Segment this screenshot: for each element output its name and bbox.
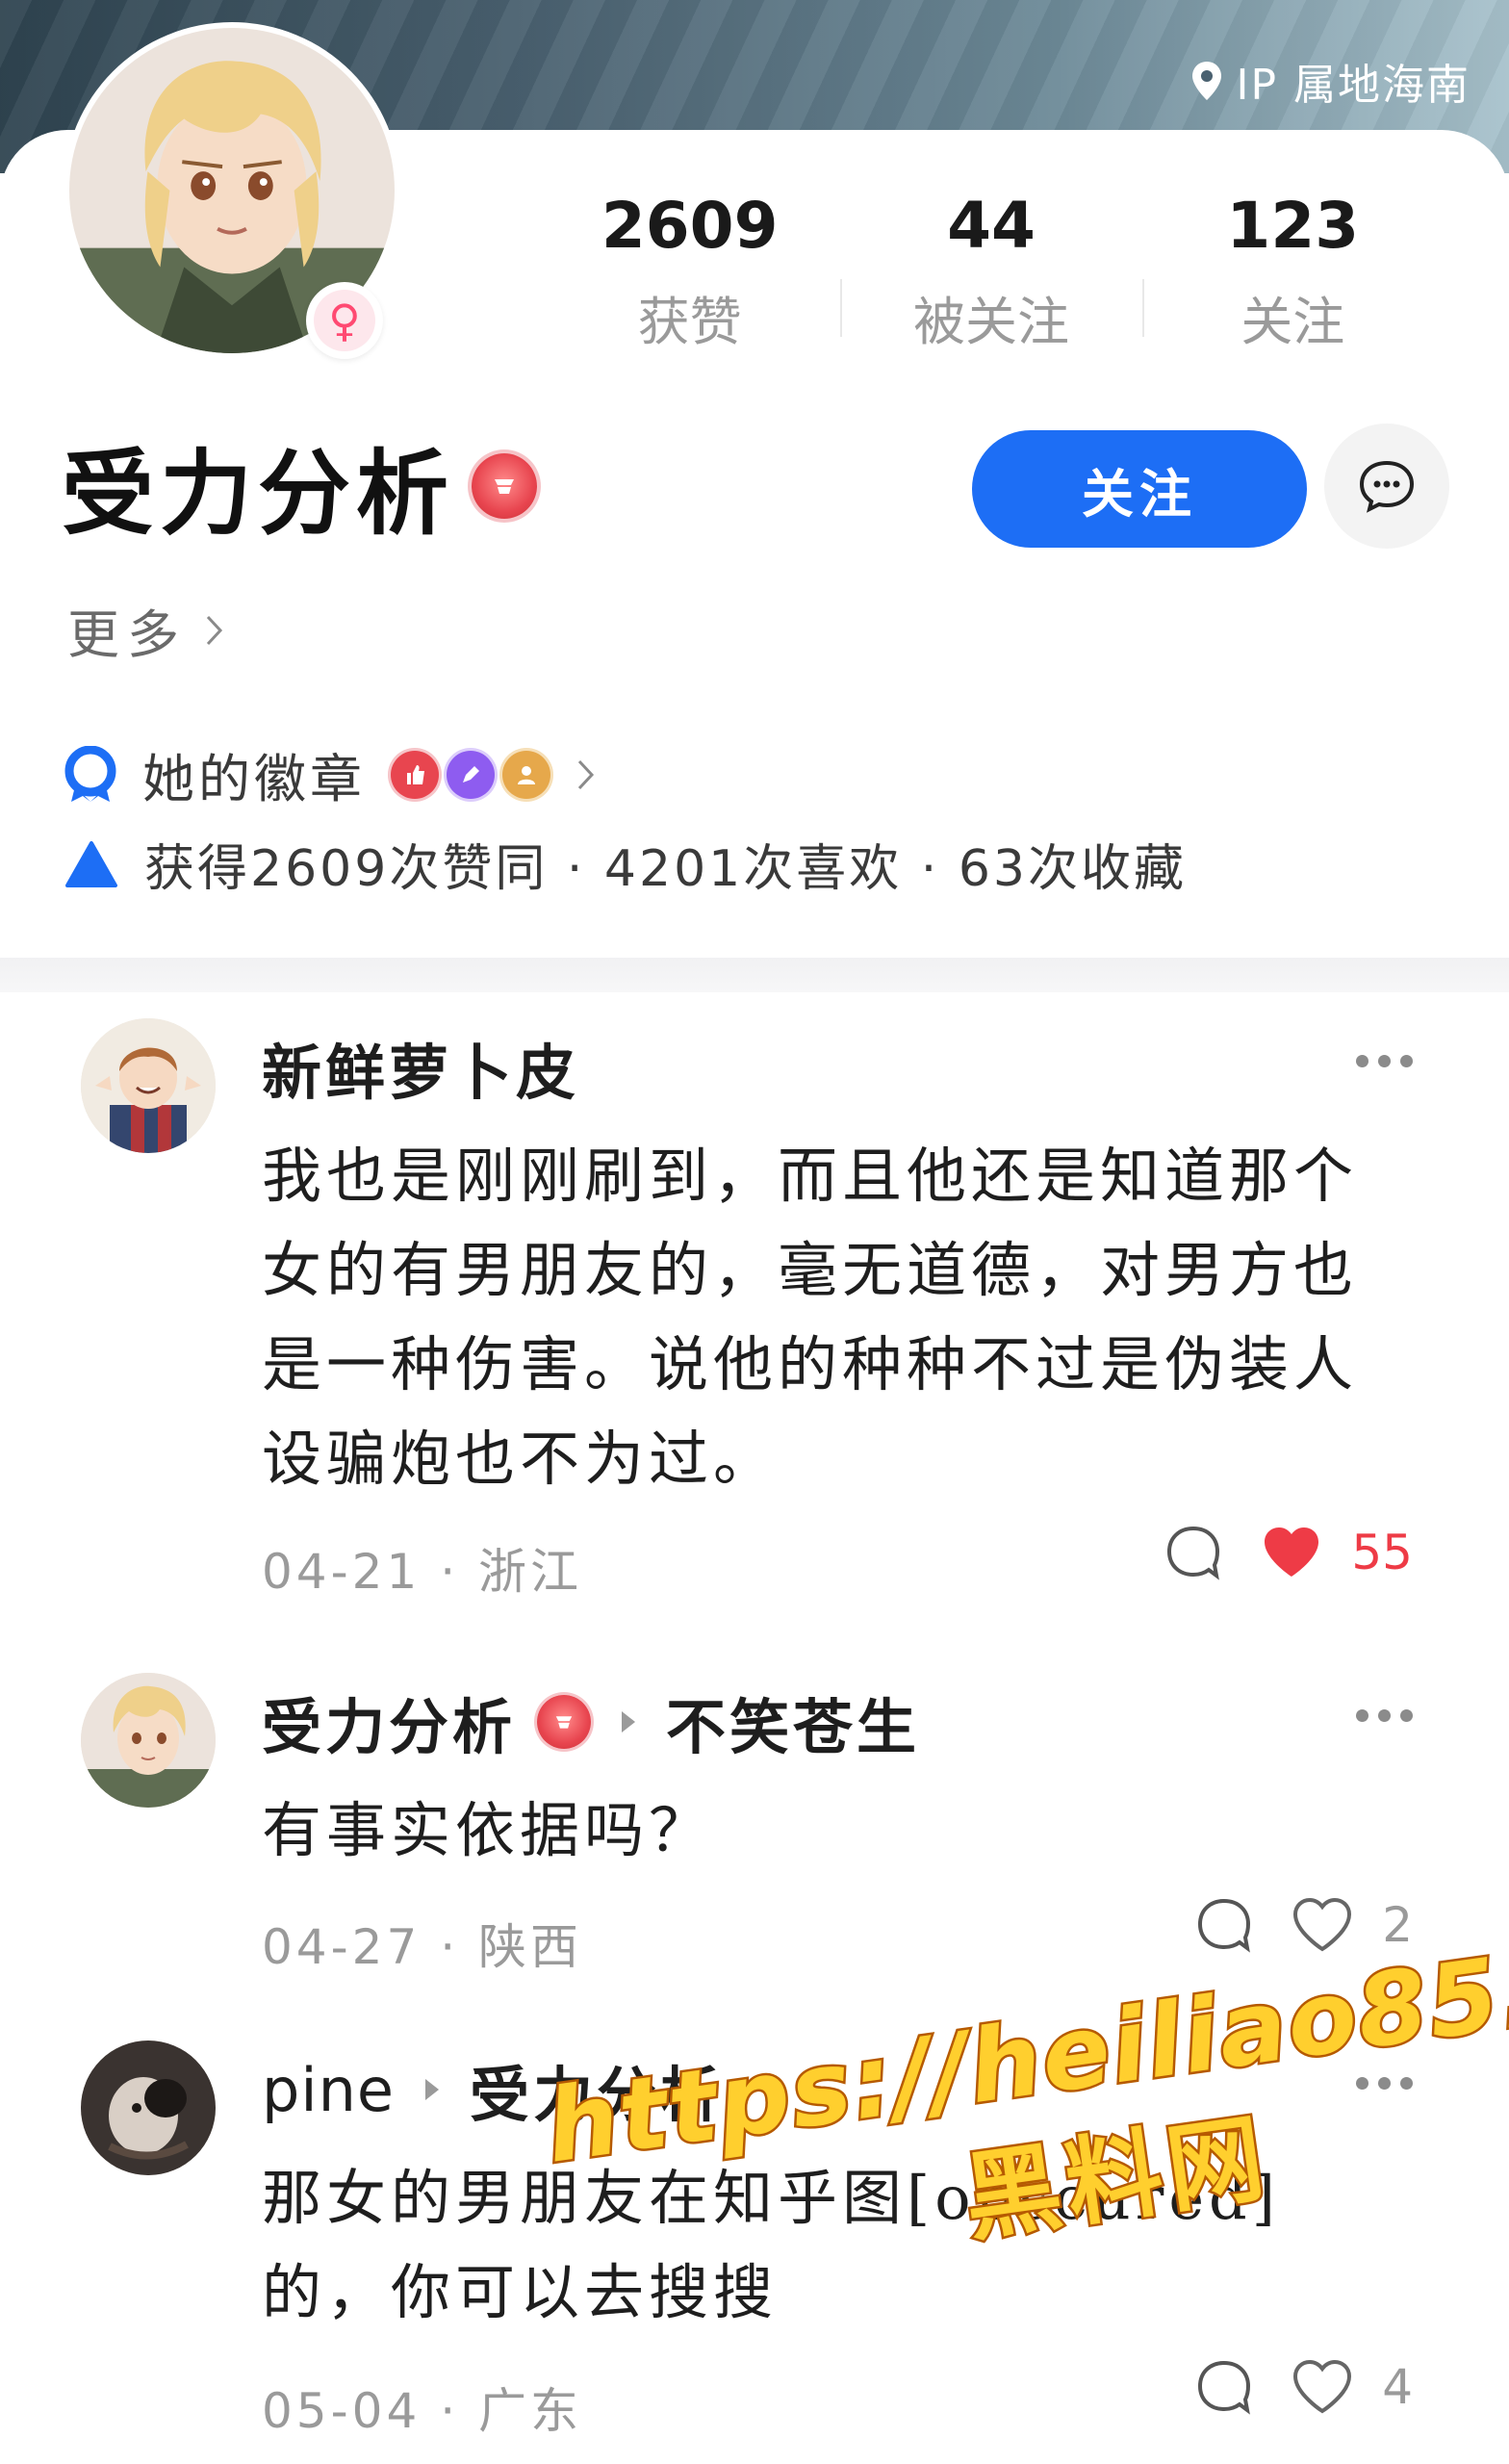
- message-button[interactable]: [1324, 424, 1449, 549]
- comment-header: pine 受力分析: [262, 2046, 724, 2133]
- comment-meta: 04-27 · 陕西: [262, 1919, 582, 1975]
- chevron-right-icon: [206, 615, 223, 645]
- stat-followers[interactable]: 44 被关注: [840, 183, 1141, 375]
- badges-row[interactable]: 她的徽章: [64, 736, 597, 812]
- reply-arrow-icon: [425, 2079, 440, 2100]
- badges-label: 她的徽章: [142, 749, 366, 809]
- profile-card: ♀ 2609 获赞 44 被关注 123 关注 受力分析 关注 更多 她的徽章 …: [0, 22, 1509, 958]
- comment-author[interactable]: 受力分析: [262, 1679, 516, 1765]
- comment-icon[interactable]: [1164, 1524, 1222, 1581]
- reply-arrow-icon: [622, 1711, 636, 1732]
- like-group[interactable]: 55: [1261, 1525, 1413, 1580]
- comment-item: 受力分析 不笑苍生 有事实依据吗？ 04-27 · 陕西 2: [0, 1673, 1509, 1990]
- comment-text: 我也是刚刚刷到，而且他还是知道那个女的有男朋友的，毫无道德，对男方也是一种伤害。…: [262, 1141, 1359, 1494]
- comment-date: 04-27: [262, 1919, 422, 1975]
- like-group[interactable]: 2: [1292, 1897, 1413, 1953]
- like-count: 55: [1351, 1525, 1413, 1580]
- stat-following-value: 123: [1226, 189, 1360, 263]
- heart-icon[interactable]: [1292, 2359, 1353, 2415]
- level-badge-icon[interactable]: [472, 452, 537, 519]
- profile-stats: 2609 获赞 44 被关注 123 关注: [539, 183, 1444, 375]
- profile-name: 受力分析: [62, 439, 454, 548]
- achievement-text: 获得2609次赞同 · 4201次喜欢 · 63次收藏: [144, 840, 1188, 898]
- comment-actions: 55: [1164, 1524, 1413, 1581]
- thumb-badge-icon: [391, 750, 439, 799]
- achievement-row: 获得2609次赞同 · 4201次喜欢 · 63次收藏: [64, 828, 1187, 900]
- comment-location: 浙江: [477, 1544, 582, 1600]
- gender-female-icon: ♀: [314, 290, 375, 351]
- comment-text: 有事实依据吗？: [262, 1795, 714, 1865]
- profile-page: IP 属地海南 ♀ 2609 获赞 44 被关注 123 关注 受力分析 关注 …: [0, 0, 1509, 2464]
- like-count: 4: [1382, 2359, 1413, 2415]
- comment-actions: 2: [1195, 1896, 1413, 1954]
- comment-header: 新鲜萝卜皮: [262, 1024, 579, 1111]
- comment-date: 04-21: [262, 1544, 422, 1600]
- more-dots-icon[interactable]: [1356, 1709, 1413, 1722]
- stat-likes[interactable]: 2609 获赞: [539, 183, 840, 375]
- comment-icon[interactable]: [1195, 2358, 1253, 2416]
- avatar-illustration: [81, 1673, 216, 1808]
- comment-author[interactable]: pine: [262, 2055, 395, 2125]
- stat-followers-label: 被关注: [912, 292, 1069, 352]
- reply-to-user[interactable]: 不笑苍生: [666, 1679, 920, 1765]
- more-dots-icon[interactable]: [1356, 1055, 1413, 1067]
- stat-likes-label: 获赞: [637, 292, 742, 352]
- stat-followers-value: 44: [947, 189, 1036, 263]
- ip-location: IP 属地海南: [1190, 50, 1471, 112]
- reply-to-user[interactable]: 受力分析: [470, 2046, 724, 2133]
- more-link[interactable]: 更多: [67, 592, 225, 668]
- badge-list: [391, 750, 550, 799]
- heart-icon[interactable]: [1292, 1897, 1353, 1953]
- comment-avatar[interactable]: [81, 1018, 216, 1153]
- location-pin-icon: [1191, 62, 1221, 100]
- more-link-label: 更多: [67, 604, 187, 665]
- comment-avatar[interactable]: [81, 1673, 216, 1808]
- comment-text: 那女的男朋友在知乎图[obscured]的，你可以去搜搜: [262, 2163, 1280, 2327]
- comment-avatar[interactable]: [81, 2040, 216, 2175]
- comment-location: 广东: [477, 2383, 582, 2439]
- stat-likes-value: 2609: [601, 189, 779, 263]
- stat-following-label: 关注: [1240, 292, 1345, 352]
- comment-meta: 04-21 · 浙江: [262, 1544, 582, 1600]
- follow-button[interactable]: 关注: [972, 430, 1307, 548]
- profile-name-row: 受力分析: [62, 419, 537, 552]
- person-badge-icon: [502, 750, 550, 799]
- gender-badge: ♀: [306, 282, 383, 359]
- comment-item: pine 受力分析 那女的男朋友在知乎图[obscured]的，你可以去搜搜 0…: [0, 2040, 1509, 2445]
- like-count: 2: [1382, 1897, 1413, 1953]
- comment-icon[interactable]: [1195, 1896, 1253, 1954]
- comment-location: 陕西: [477, 1919, 582, 1975]
- comment-actions: 4: [1195, 2358, 1413, 2416]
- comment-date: 05-04: [262, 2383, 422, 2439]
- ip-location-text: IP 属地海南: [1236, 61, 1471, 110]
- avatar-illustration: [81, 2040, 216, 2175]
- heart-icon[interactable]: [1261, 1525, 1322, 1580]
- level-badge-icon: [537, 1695, 592, 1749]
- section-divider: [0, 958, 1509, 992]
- comment-item: 新鲜萝卜皮 我也是刚刚刷到，而且他还是知道那个女的有男朋友的，毫无道德，对男方也…: [0, 1018, 1509, 1615]
- more-dots-icon[interactable]: [1356, 2077, 1413, 2090]
- message-icon: [1359, 460, 1415, 513]
- pen-badge-icon: [447, 750, 495, 799]
- avatar-illustration: [81, 1018, 216, 1153]
- stat-following[interactable]: 123 关注: [1141, 183, 1444, 375]
- comment-header: 受力分析 不笑苍生: [262, 1679, 920, 1765]
- like-group[interactable]: 4: [1292, 2359, 1413, 2415]
- comment-meta: 05-04 · 广东: [262, 2383, 582, 2439]
- chevron-right-icon: [577, 759, 595, 789]
- comment-author[interactable]: 新鲜萝卜皮: [262, 1024, 579, 1111]
- triangle-icon: [65, 840, 117, 887]
- medal-icon: [64, 745, 116, 802]
